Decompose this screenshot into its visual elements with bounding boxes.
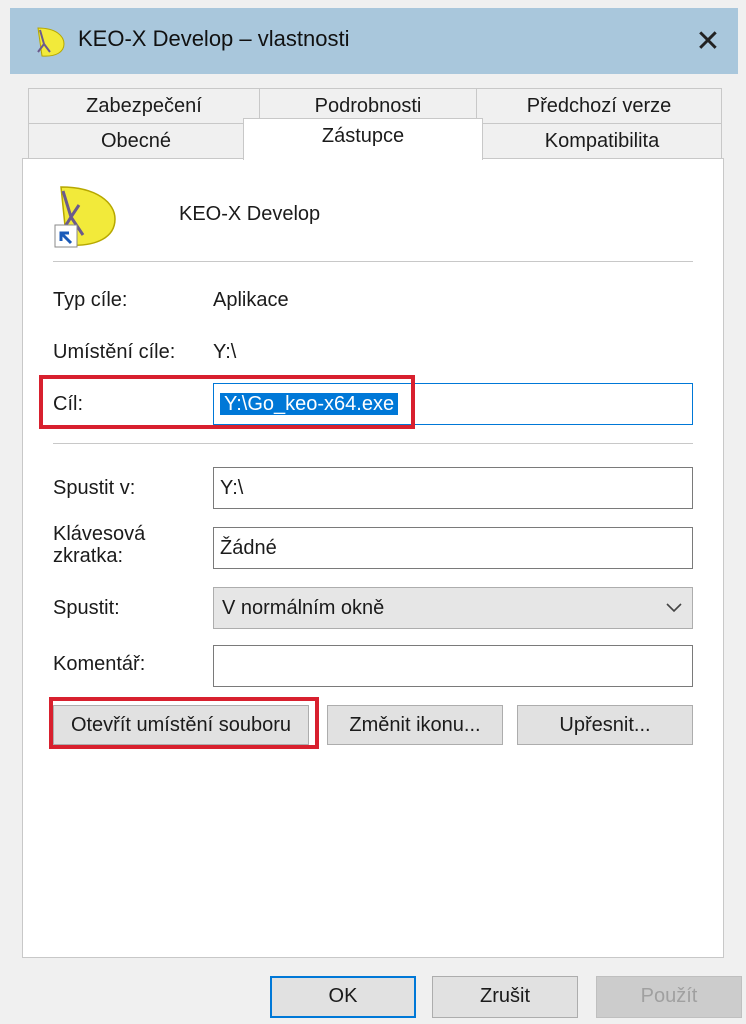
- run-select[interactable]: V normálním okně: [213, 587, 693, 629]
- advanced-button[interactable]: Upřesnit...: [517, 705, 693, 745]
- hotkey-label: Klávesová zkratka:: [53, 523, 145, 567]
- start-in-input[interactable]: Y:\: [213, 467, 693, 509]
- start-in-label: Spustit v:: [53, 477, 136, 499]
- properties-dialog: KEO-X Develop – vlastnosti ✕ Zabezpečení…: [0, 0, 746, 1024]
- run-select-value: V normálním okně: [222, 597, 385, 619]
- comment-label: Komentář:: [53, 653, 146, 675]
- close-icon: ✕: [695, 24, 721, 58]
- chevron-down-icon: [666, 603, 682, 613]
- run-label: Spustit:: [53, 597, 120, 619]
- open-location-highlight-box: [49, 697, 319, 749]
- tab-predchozi-verze[interactable]: Předchozí verze: [476, 88, 722, 124]
- separator: [53, 443, 693, 444]
- hotkey-input[interactable]: Žádné: [213, 527, 693, 569]
- shortcut-name: KEO-X Develop: [179, 203, 321, 225]
- title-bar[interactable]: KEO-X Develop – vlastnosti ✕: [10, 8, 738, 74]
- shortcut-panel: KEO-X Develop Typ cíle: Aplikace Umístěn…: [22, 158, 724, 958]
- change-icon-button[interactable]: Změnit ikonu...: [327, 705, 503, 745]
- ok-button[interactable]: OK: [270, 976, 416, 1018]
- target-type-value: Aplikace: [213, 289, 289, 311]
- apply-button: Použít: [596, 976, 742, 1018]
- keo-x-app-icon: [37, 27, 65, 57]
- target-type-label: Typ cíle:: [53, 289, 128, 311]
- target-location-value: Y:\: [213, 341, 237, 363]
- tab-zastupce[interactable]: Zástupce: [243, 118, 483, 160]
- separator: [53, 261, 693, 262]
- close-button[interactable]: ✕: [678, 14, 738, 68]
- comment-input[interactable]: [213, 645, 693, 687]
- tab-obecne[interactable]: Obecné: [28, 123, 244, 159]
- tab-zabezpeceni[interactable]: Zabezpečení: [28, 88, 260, 124]
- hotkey-label-line1: Klávesová: [53, 523, 146, 545]
- shortcut-file-icon: [54, 186, 116, 248]
- target-highlight-box: [39, 375, 415, 429]
- target-location-label: Umístění cíle:: [53, 341, 176, 363]
- cancel-button[interactable]: Zrušit: [432, 976, 578, 1018]
- hotkey-label-line2: zkratka:: [53, 545, 124, 567]
- tab-kompatibilita[interactable]: Kompatibilita: [482, 123, 722, 159]
- window-title: KEO-X Develop – vlastnosti: [78, 26, 350, 51]
